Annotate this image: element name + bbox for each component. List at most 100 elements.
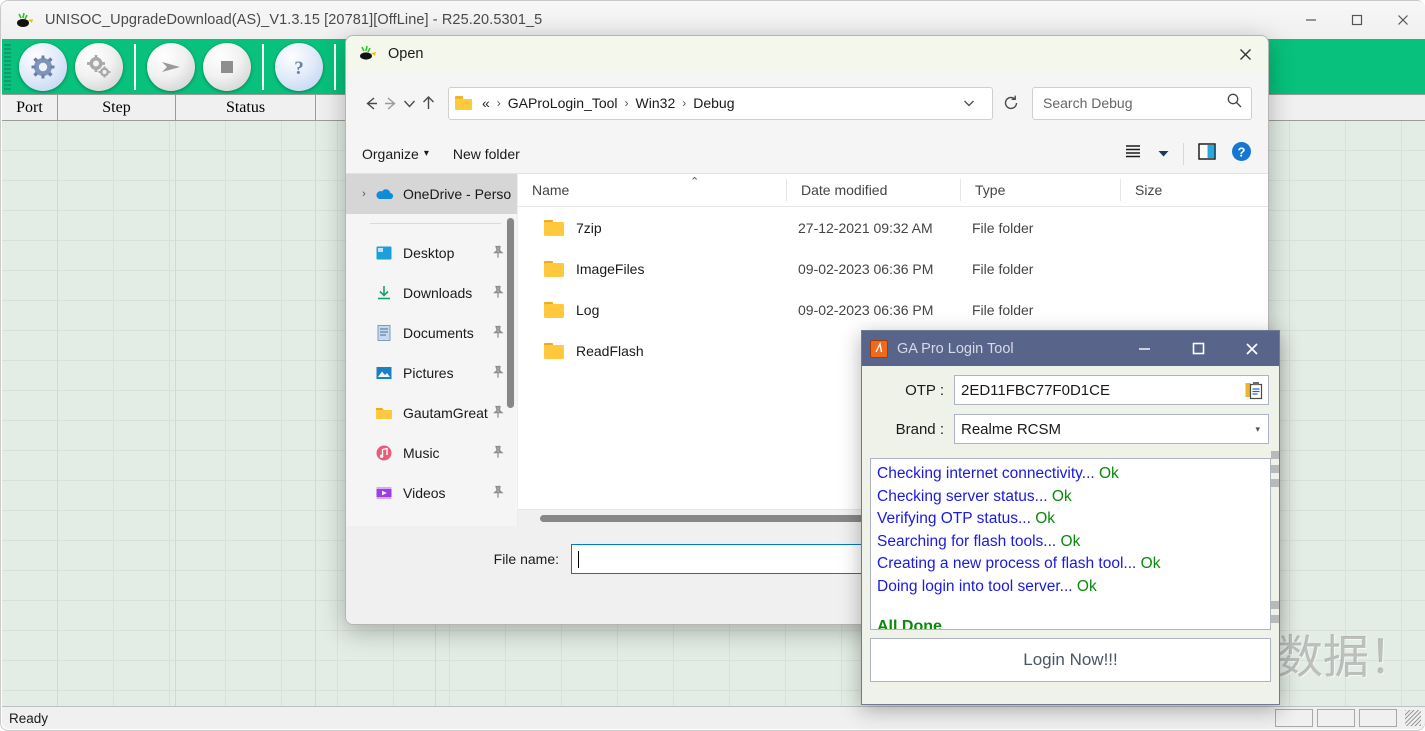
ga-window-controls <box>1117 331 1279 366</box>
log-line-text: Creating a new process of flash tool... <box>877 555 1137 572</box>
breadcrumb-separator: › <box>624 96 629 110</box>
brand-label: Brand : <box>895 420 944 438</box>
column-header-date-modified[interactable]: Date modified <box>786 179 960 201</box>
organize-button[interactable]: Organize ▾ <box>362 146 429 162</box>
pin-icon[interactable] <box>491 405 505 422</box>
otp-value: 2ED11FBC77F0D1CE <box>961 381 1110 399</box>
watermark-text: 数据！ <box>1277 630 1415 684</box>
refresh-button[interactable] <box>1001 86 1020 120</box>
ga-close-button[interactable] <box>1225 331 1279 366</box>
search-input[interactable] <box>1041 94 1226 112</box>
file-type: File folder <box>972 260 1034 277</box>
command-bar-divider <box>1183 142 1184 165</box>
clipboard-icon[interactable] <box>1245 380 1263 400</box>
address-bar[interactable]: « › GAProLogin_Tool › Win32 › Debug <box>448 86 993 120</box>
svg-text:?: ? <box>1238 144 1246 159</box>
sidebar-item-gautamgreat[interactable]: GautamGreat <box>346 393 517 433</box>
folder-icon <box>455 96 472 110</box>
view-dropdown-icon[interactable] <box>1158 145 1169 163</box>
forward-button[interactable] <box>381 86 400 120</box>
log-line: Checking internet connectivity... Ok <box>877 463 1264 486</box>
recent-locations-button[interactable] <box>400 86 419 120</box>
new-folder-label: New folder <box>452 145 520 162</box>
log-line-text: Verifying OTP status... <box>877 510 1031 527</box>
videos-icon <box>374 483 394 503</box>
column-header-size[interactable]: Size <box>1120 179 1210 201</box>
open-dialog-title: Open <box>388 46 424 62</box>
ga-minimize-button[interactable] <box>1117 331 1171 366</box>
stop-button[interactable] <box>203 42 251 91</box>
open-dialog-close-button[interactable] <box>1222 36 1268 72</box>
brand-select[interactable]: Realme RCSM ▾ <box>954 414 1269 444</box>
sidebar-item-onedrive[interactable]: › OneDrive - Perso <box>346 174 517 214</box>
log-line-status: Ok <box>1051 487 1072 505</box>
chevron-down-icon[interactable]: ▾ <box>1255 424 1260 435</box>
log-line-status: Ok <box>1035 510 1056 527</box>
column-header-status[interactable]: Status <box>176 95 316 120</box>
status-log-panel[interactable]: Checking internet connectivity... Ok Che… <box>870 458 1271 630</box>
breadcrumb-item-win32[interactable]: Win32 <box>632 93 680 113</box>
help-button[interactable]: ? <box>275 42 323 91</box>
maximize-button[interactable] <box>1334 1 1380 39</box>
downloads-icon <box>374 283 394 303</box>
minimize-button[interactable] <box>1288 1 1334 39</box>
sidebar-item-label: Videos <box>403 485 446 501</box>
up-button[interactable] <box>419 86 438 120</box>
open-dialog-titlebar: Open <box>346 36 1268 72</box>
resize-grip[interactable] <box>1405 710 1421 726</box>
sidebar-item-downloads[interactable]: Downloads <box>346 273 517 313</box>
navigation-sidebar[interactable]: › OneDrive - Perso Desktop Downloads Doc… <box>346 174 518 526</box>
login-now-button[interactable]: Login Now!!! <box>870 638 1271 682</box>
preview-pane-icon[interactable] <box>1198 142 1217 165</box>
pin-icon[interactable] <box>491 325 505 342</box>
log-line-status: Ok <box>1060 532 1081 550</box>
organize-label: Organize <box>362 145 419 162</box>
chevron-right-icon[interactable]: › <box>354 188 374 200</box>
breadcrumb-item-gaprologin-tool[interactable]: GAProLogin_Tool <box>504 93 622 113</box>
pin-icon[interactable] <box>491 245 505 262</box>
ga-maximize-button[interactable] <box>1171 331 1225 366</box>
table-row[interactable]: 7zip 27-12-2021 09:32 AM File folder <box>518 207 1268 248</box>
sidebar-scrollbar[interactable] <box>506 218 515 408</box>
log-line: Searching for flash tools... Ok <box>877 531 1264 554</box>
search-icon[interactable] <box>1226 92 1243 114</box>
sidebar-item-documents[interactable]: Documents <box>346 313 517 353</box>
statusbar-panels <box>1275 709 1421 727</box>
sidebar-item-music[interactable]: Music <box>346 433 517 473</box>
pin-icon[interactable] <box>491 485 505 502</box>
new-folder-button[interactable]: New folder <box>453 146 520 162</box>
list-view-icon[interactable] <box>1124 143 1144 164</box>
sidebar-item-pictures[interactable]: Pictures <box>346 353 517 393</box>
main-statusbar: Ready <box>2 706 1425 729</box>
open-dialog-command-bar: Organize ▾ New folder ? <box>346 134 1268 174</box>
log-line-text: Checking server status... <box>877 487 1048 505</box>
pin-icon[interactable] <box>491 365 505 382</box>
column-header-type[interactable]: Type <box>960 179 1120 201</box>
pin-icon[interactable] <box>491 445 505 462</box>
start-button[interactable] <box>147 42 195 91</box>
breadcrumb-item-debug[interactable]: Debug <box>689 93 738 113</box>
main-titlebar: UNISOC_UpgradeDownload(AS)_V1.3.15 [2078… <box>1 1 1425 39</box>
sidebar-item-videos[interactable]: Videos <box>346 473 517 513</box>
table-row[interactable]: Log 09-02-2023 06:36 PM File folder <box>518 289 1268 330</box>
breadcrumb-ellipsis[interactable]: « <box>478 93 494 113</box>
close-button[interactable] <box>1380 1 1425 39</box>
log-line-status: Ok <box>1099 465 1119 482</box>
column-header-step[interactable]: Step <box>58 95 176 120</box>
column-header-port[interactable]: Port <box>2 95 58 120</box>
settings-button[interactable] <box>19 42 67 91</box>
otp-input[interactable]: 2ED11FBC77F0D1CE <box>954 375 1269 405</box>
config-button[interactable] <box>75 42 123 91</box>
help-circle-icon[interactable]: ? <box>1231 141 1252 167</box>
statusbar-panel-1 <box>1275 709 1313 727</box>
search-box[interactable] <box>1032 86 1252 120</box>
toolbar-grip[interactable] <box>4 43 11 90</box>
file-name: 7zip <box>576 219 602 236</box>
back-button[interactable] <box>362 86 381 120</box>
address-dropdown-icon[interactable] <box>952 86 986 120</box>
column-header-name[interactable]: Name <box>518 179 786 201</box>
file-list-header: Name Date modified Type Size ⌃ <box>518 174 1268 207</box>
pin-icon[interactable] <box>491 285 505 302</box>
table-row[interactable]: ImageFiles 09-02-2023 06:36 PM File fold… <box>518 248 1268 289</box>
sidebar-item-desktop[interactable]: Desktop <box>346 233 517 273</box>
